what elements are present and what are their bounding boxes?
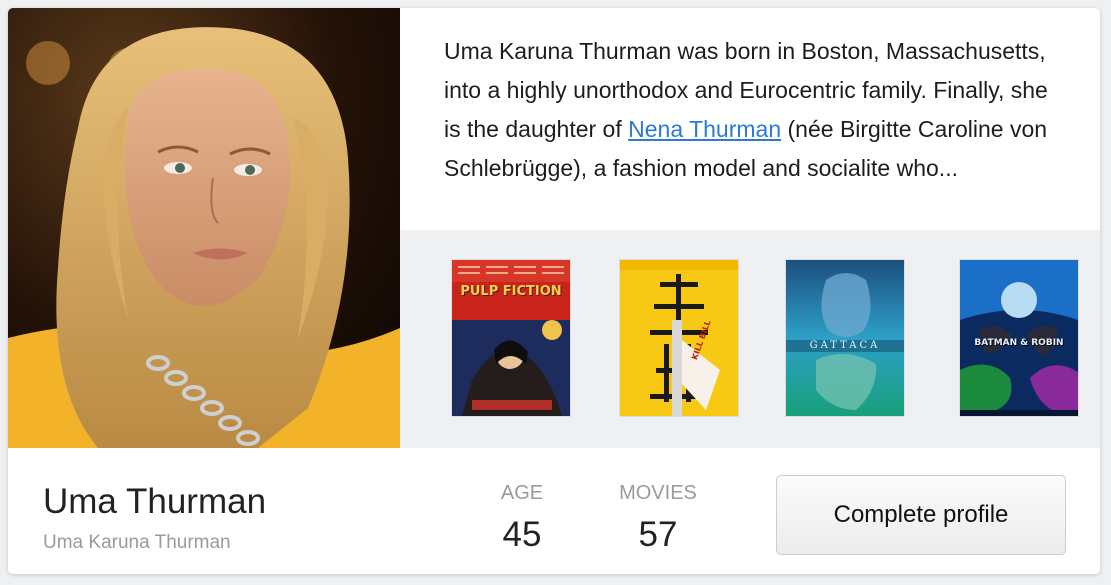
gattaca-title: GATTACA: [809, 340, 881, 351]
profile-card: Uma Karuna Thurman was born in Boston, M…: [8, 8, 1100, 574]
batman-robin-title: BATMAN & ROBIN: [974, 338, 1064, 348]
bio-text: Uma Karuna Thurman was born in Boston, M…: [444, 32, 1064, 188]
movies-strip: PULP FICTION KILL BILL GATTACA BATMAN & …: [400, 230, 1100, 448]
kill-bill-poster-image: [620, 260, 738, 416]
bio-link-nena-thurman[interactable]: Nena Thurman: [628, 116, 781, 142]
movies-label: MOVIES: [619, 482, 697, 504]
gattaca-poster-image: [786, 260, 904, 416]
movie-poster-kill-bill[interactable]: KILL BILL: [620, 260, 738, 416]
bio-section: Uma Karuna Thurman was born in Boston, M…: [400, 8, 1100, 230]
profile-photo[interactable]: [8, 8, 400, 448]
movies-stat: MOVIES 57: [608, 482, 708, 555]
age-label: AGE: [500, 482, 544, 504]
profile-name: Uma Thurman: [43, 482, 267, 521]
complete-profile-button[interactable]: Complete profile: [776, 475, 1066, 555]
movie-poster-pulp-fiction[interactable]: PULP FICTION: [452, 260, 570, 416]
profile-full-name: Uma Karuna Thurman: [43, 532, 231, 553]
movie-poster-batman-and-robin[interactable]: BATMAN & ROBIN: [960, 260, 1078, 416]
movie-poster-gattaca[interactable]: GATTACA: [786, 260, 904, 416]
age-stat: AGE 45: [490, 482, 554, 555]
pulp-fiction-title: PULP FICTION: [460, 284, 562, 299]
age-value: 45: [502, 515, 542, 554]
movies-value: 57: [638, 515, 678, 554]
portrait-image: [8, 8, 400, 448]
profile-footer: Uma Thurman Uma Karuna Thurman AGE 45 MO…: [8, 448, 1100, 574]
